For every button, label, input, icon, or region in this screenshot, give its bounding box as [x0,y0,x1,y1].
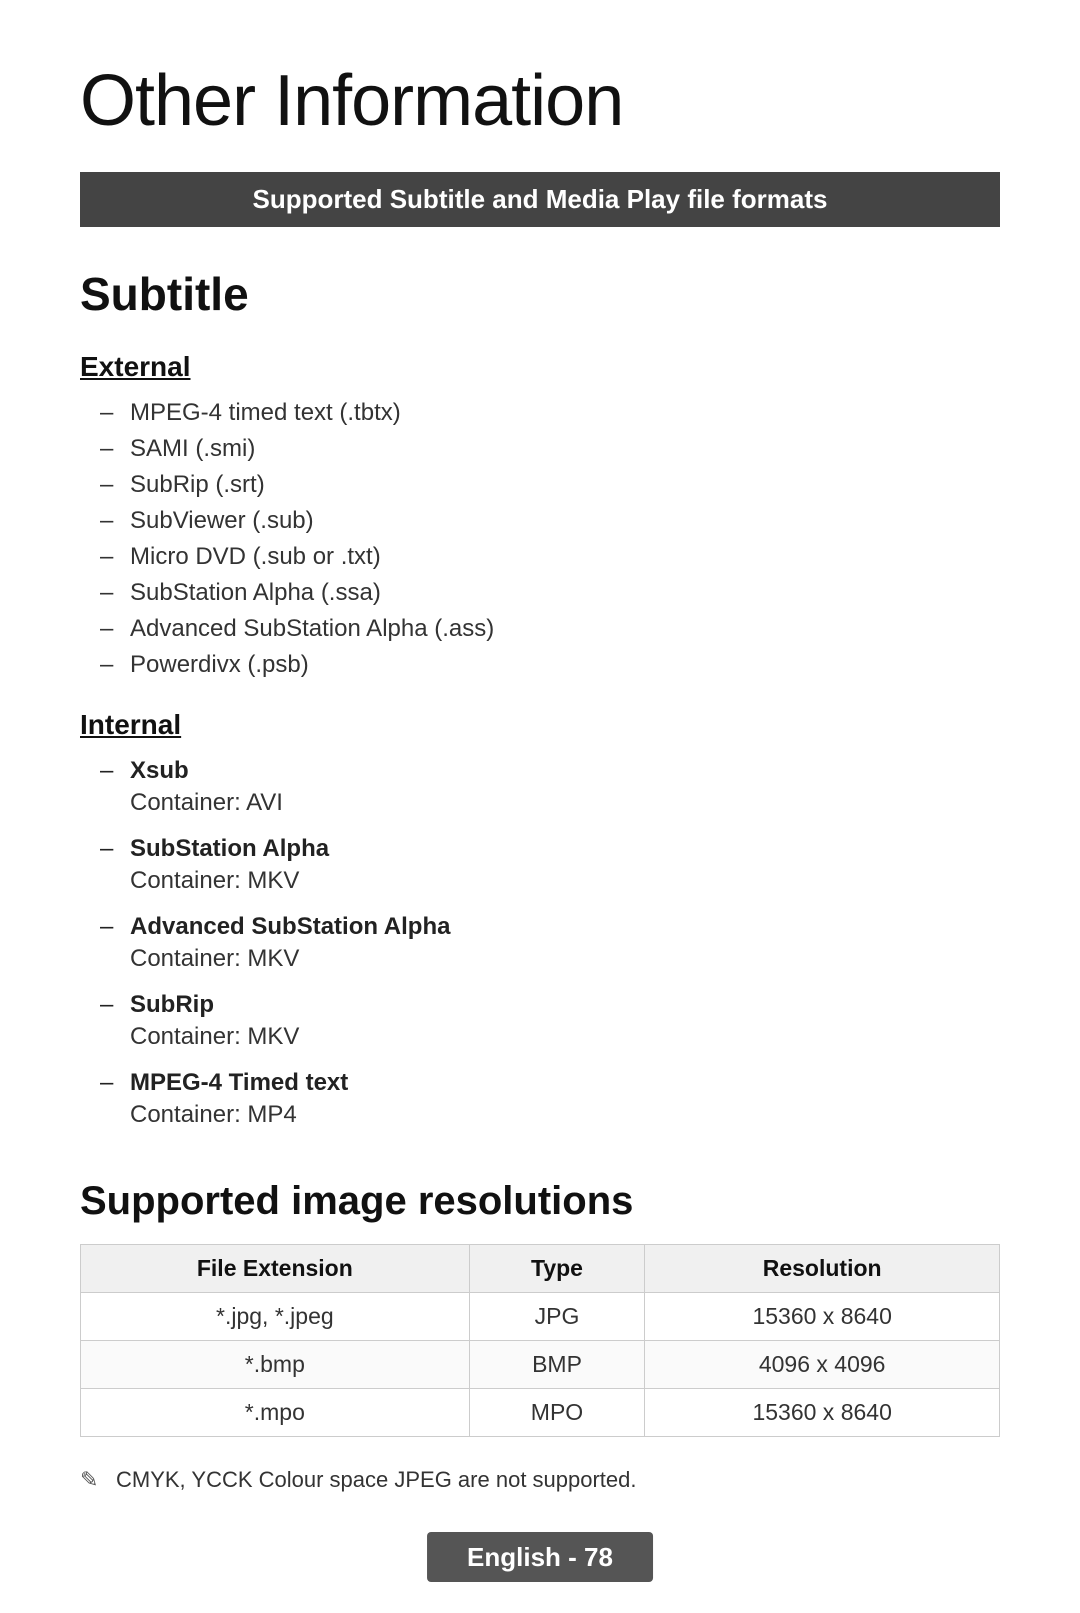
image-resolution-section: Supported image resolutions File Extensi… [80,1179,1000,1493]
internal-item: MPEG-4 Timed text Container: MP4 [80,1069,1000,1129]
internal-item: SubStation Alpha Container: MKV [80,835,1000,895]
external-label: External [80,351,1000,383]
internal-item-desc: Container: AVI [100,789,1000,817]
table-header-resolution: Resolution [645,1245,1000,1293]
table-cell: MPO [469,1389,645,1437]
table-cell: 15360 x 8640 [645,1293,1000,1341]
table-header-row: File Extension Type Resolution [81,1245,1000,1293]
internal-item: SubRip Container: MKV [80,991,1000,1051]
internal-subsection: Internal Xsub Container: AVI SubStation … [80,709,1000,1129]
list-item: Advanced SubStation Alpha (.ass) [100,615,1000,643]
internal-item-title: SubRip [100,991,1000,1019]
page-title: Other Information [80,60,1000,142]
table-cell: *.jpg, *.jpeg [81,1293,470,1341]
section-header-bar: Supported Subtitle and Media Play file f… [80,172,1000,227]
table-cell: *.bmp [81,1341,470,1389]
subtitle-section: Subtitle External MPEG-4 timed text (.tb… [80,267,1000,1129]
internal-item-title: MPEG-4 Timed text [100,1069,1000,1097]
image-resolution-table: File Extension Type Resolution *.jpg, *.… [80,1244,1000,1437]
internal-item: Advanced SubStation Alpha Container: MKV [80,913,1000,973]
table-cell: 15360 x 8640 [645,1389,1000,1437]
internal-item-desc: Container: MKV [100,867,1000,895]
table-row: *.jpg, *.jpeg JPG 15360 x 8640 [81,1293,1000,1341]
list-item: SubRip (.srt) [100,471,1000,499]
internal-label: Internal [80,709,1000,741]
table-row: *.bmp BMP 4096 x 4096 [81,1341,1000,1389]
external-list: MPEG-4 timed text (.tbtx) SAMI (.smi) Su… [80,399,1000,679]
page-number-badge: English - 78 [427,1532,653,1582]
internal-item-desc: Container: MP4 [100,1101,1000,1129]
table-cell: JPG [469,1293,645,1341]
table-row: *.mpo MPO 15360 x 8640 [81,1389,1000,1437]
table-cell: BMP [469,1341,645,1389]
subtitle-section-title: Subtitle [80,267,1000,321]
list-item: Micro DVD (.sub or .txt) [100,543,1000,571]
internal-item-title: Xsub [100,757,1000,785]
list-item: MPEG-4 timed text (.tbtx) [100,399,1000,427]
table-header-file-ext: File Extension [81,1245,470,1293]
internal-item-desc: Container: MKV [100,1023,1000,1051]
internal-item: Xsub Container: AVI [80,757,1000,817]
table-cell: 4096 x 4096 [645,1341,1000,1389]
table-cell: *.mpo [81,1389,470,1437]
internal-item-title: Advanced SubStation Alpha [100,913,1000,941]
page-container: Other Information Supported Subtitle and… [0,0,1080,1613]
list-item: Powerdivx (.psb) [100,651,1000,679]
list-item: SubStation Alpha (.ssa) [100,579,1000,607]
image-resolution-title: Supported image resolutions [80,1179,1000,1224]
list-item: SAMI (.smi) [100,435,1000,463]
external-subsection: External MPEG-4 timed text (.tbtx) SAMI … [80,351,1000,679]
note-text: CMYK, YCCK Colour space JPEG are not sup… [80,1467,1000,1493]
internal-item-desc: Container: MKV [100,945,1000,973]
page-footer: English - 78 [427,1542,653,1573]
internal-item-title: SubStation Alpha [100,835,1000,863]
table-header-type: Type [469,1245,645,1293]
list-item: SubViewer (.sub) [100,507,1000,535]
